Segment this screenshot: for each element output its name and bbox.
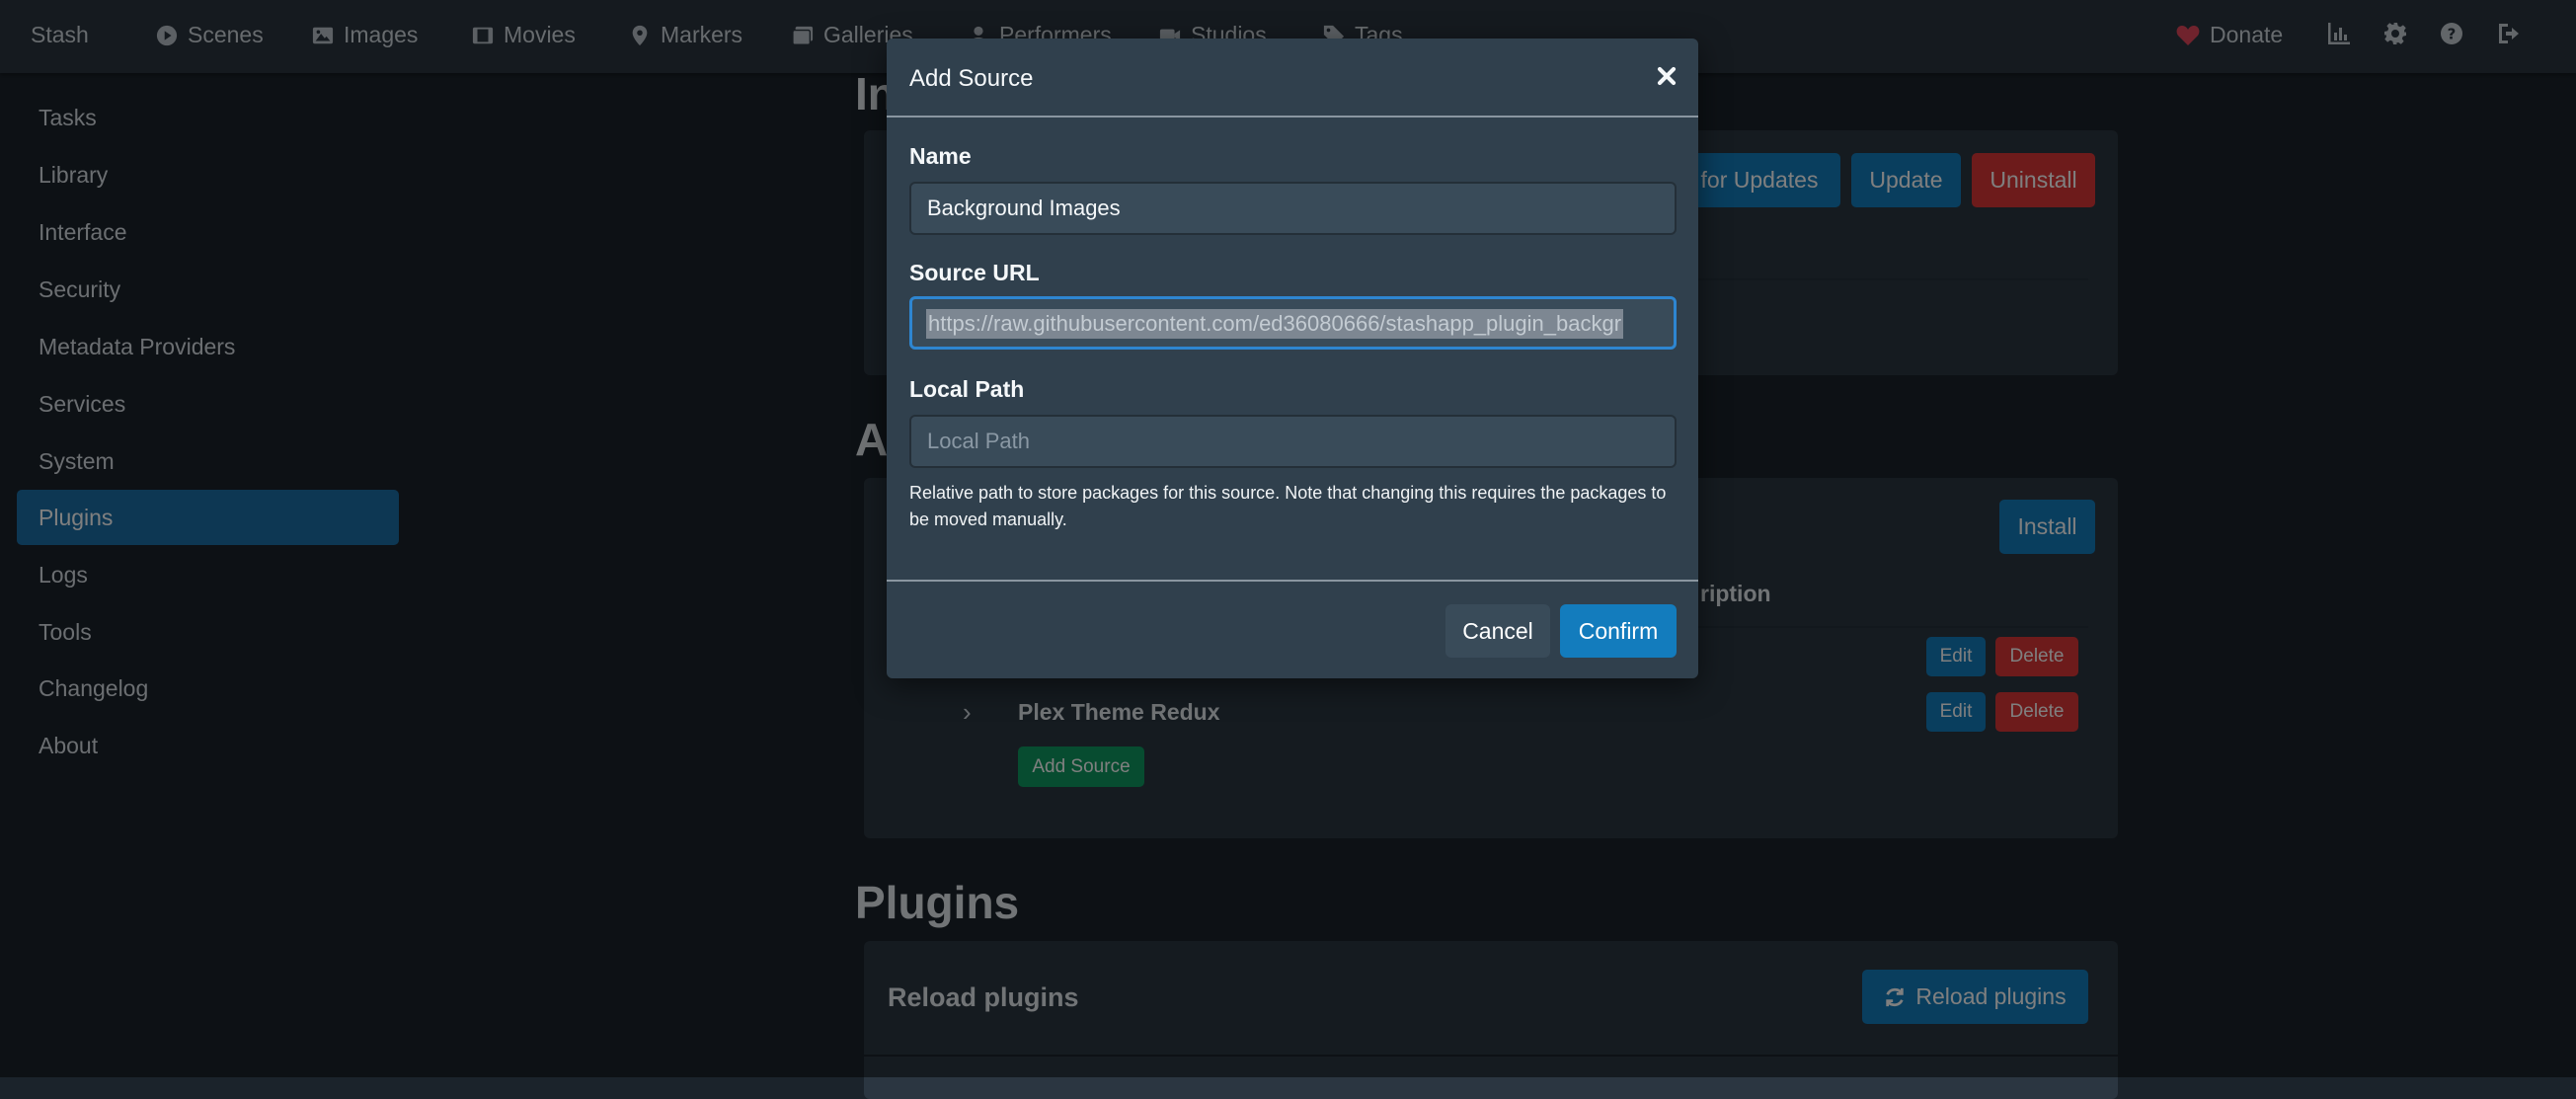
confirm-label: Confirm [1578, 617, 1659, 644]
source-url-selected-text: https://raw.githubusercontent.com/ed3608… [926, 309, 1624, 339]
close-icon[interactable] [1653, 62, 1680, 90]
modal-title: Add Source [909, 65, 1034, 92]
name-input[interactable] [909, 182, 1677, 235]
cancel-label: Cancel [1462, 617, 1533, 644]
name-label: Name [909, 143, 972, 169]
cancel-button[interactable]: Cancel [1445, 604, 1550, 658]
local-path-input[interactable] [909, 415, 1677, 468]
source-url-label: Source URL [909, 260, 1040, 285]
local-path-help-text: Relative path to store packages for this… [909, 483, 1667, 529]
confirm-button[interactable]: Confirm [1560, 604, 1677, 658]
source-url-input[interactable]: https://raw.githubusercontent.com/ed3608… [909, 296, 1677, 350]
modal-header: Add Source [887, 39, 1698, 118]
add-source-dialog: Add Source Name Source URL https://raw.g… [887, 39, 1698, 678]
modal-footer-divider [887, 580, 1698, 582]
local-path-label: Local Path [909, 376, 1025, 402]
